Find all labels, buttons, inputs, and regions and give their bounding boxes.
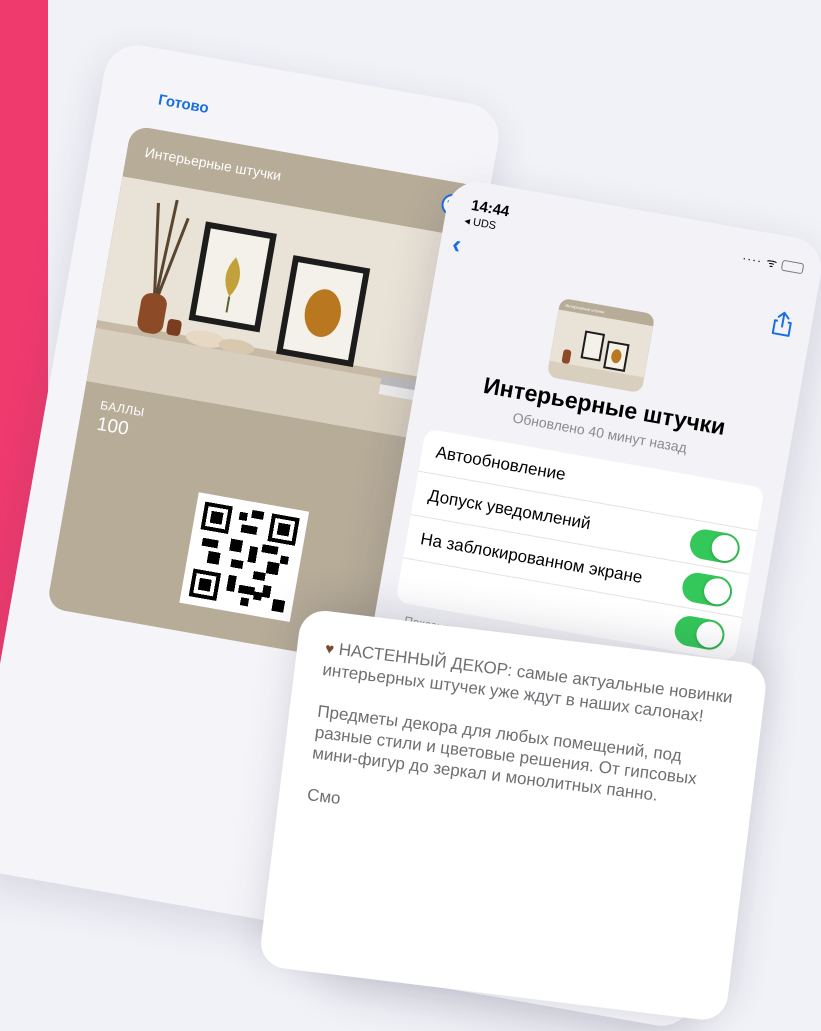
notifications-toggle[interactable] (687, 527, 743, 566)
message-body: ♥ НАСТЕННЫЙ ДЕКОР: самые актуальные нови… (306, 637, 743, 856)
share-icon[interactable] (769, 309, 796, 343)
toggle-knob (709, 532, 740, 564)
message-text: НАСТЕННЫЙ ДЕКОР: самые актуальные новинк… (306, 639, 734, 809)
points-value: 100 (95, 413, 131, 440)
toggle-knob (702, 576, 733, 607)
done-button[interactable]: Готово (157, 91, 210, 117)
lock-screen-toggle[interactable] (680, 570, 735, 609)
brown-heart-icon: ♥ (324, 640, 336, 659)
back-chevron-icon[interactable]: ‹ (450, 228, 464, 260)
toggle-knob (694, 619, 725, 650)
status-icons: ···· ᯤ (741, 249, 805, 277)
qr-code (179, 492, 310, 623)
battery-icon (780, 260, 805, 275)
pass-thumbnail: Интерьерные штучки (546, 297, 656, 394)
pass-title: Интерьерные штучки (143, 143, 283, 184)
signal-wifi-icon: ···· ᯤ (741, 250, 780, 271)
auto-update-toggle[interactable] (672, 613, 727, 653)
push-message-card[interactable]: ♥ НАСТЕННЫЙ ДЕКОР: самые актуальные нови… (258, 608, 769, 1023)
